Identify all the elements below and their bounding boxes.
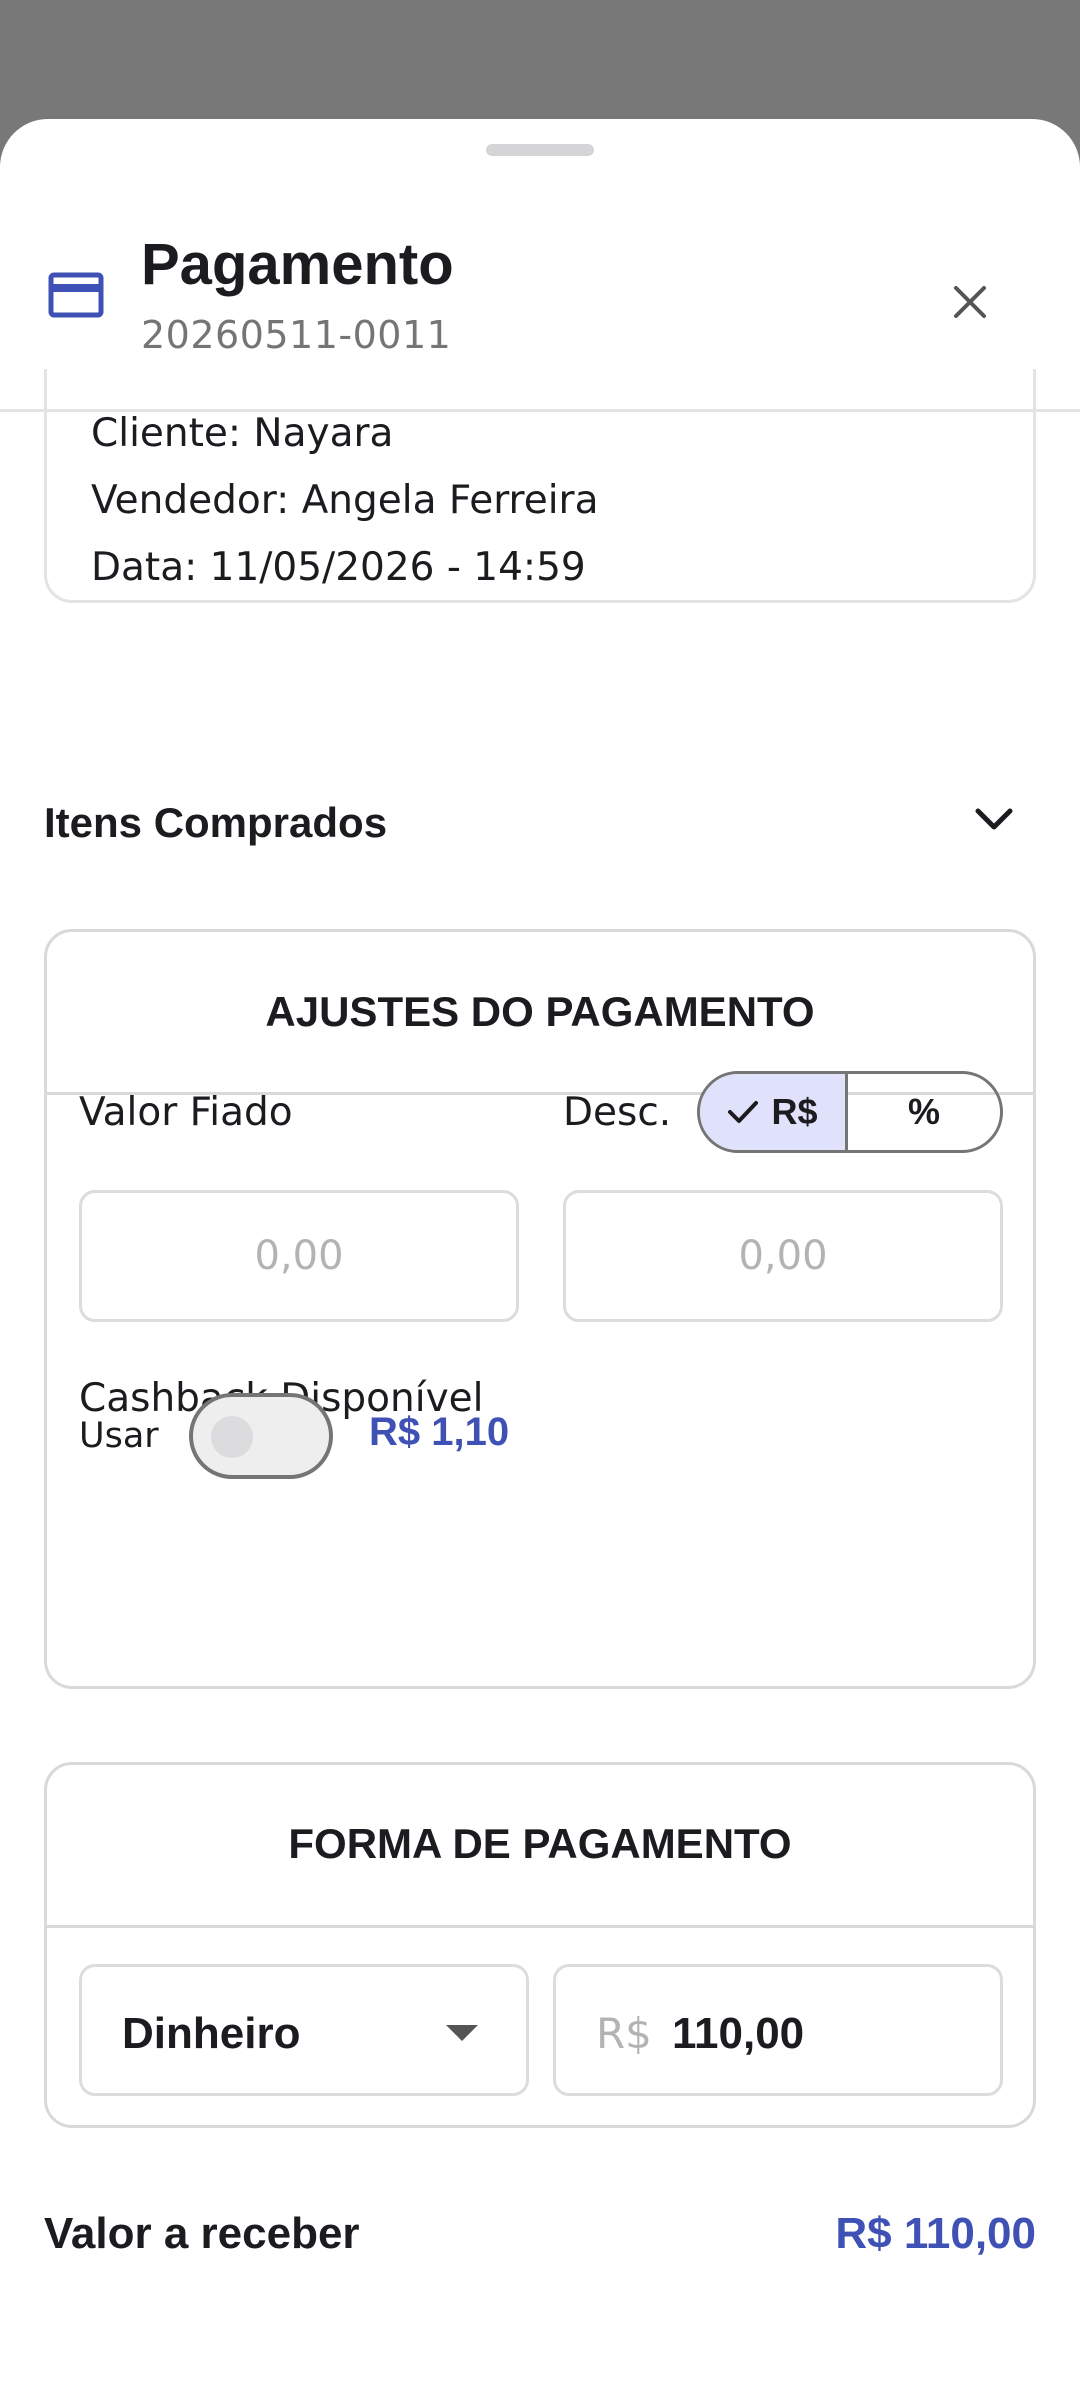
credit-label: Valor Fiado <box>79 1090 293 1135</box>
items-section-label: Itens Comprados <box>44 799 388 846</box>
switch-knob <box>211 1416 253 1458</box>
payment-adjustments-card: AJUSTES DO PAGAMENTO Valor Fiado Desc. R… <box>44 929 1036 1689</box>
currency-prefix: R$ <box>596 2009 652 2058</box>
dropdown-arrow-icon <box>446 2025 478 2041</box>
credit-amount-input[interactable]: 0,00 <box>79 1190 519 1322</box>
chevron-down-icon <box>975 808 1013 830</box>
order-date: Data: 11/05/2026 - 14:59 <box>91 545 586 590</box>
payment-method-value: Dinheiro <box>122 2009 301 2058</box>
seller-name: Vendedor: Angela Ferreira <box>91 478 599 523</box>
header-divider <box>0 409 1080 412</box>
cashback-value: R$ 1,10 <box>369 1410 510 1454</box>
use-cashback-switch[interactable] <box>189 1393 333 1479</box>
discount-amount-input[interactable]: 0,00 <box>563 1190 1003 1322</box>
amount-due-label: Valor a receber <box>44 2209 360 2258</box>
credit-card-icon <box>48 272 104 318</box>
adjustments-title: AJUSTES DO PAGAMENTO <box>265 988 815 1035</box>
payment-bottom-sheet: Pagamento 20260511-0011 Cliente: Nayara … <box>0 119 1080 2400</box>
order-number: 20260511-0011 <box>141 313 452 357</box>
close-icon <box>954 286 986 318</box>
client-name: Cliente: Nayara <box>91 411 394 456</box>
use-cashback-label: Usar <box>79 1416 159 1456</box>
amount-due-value: R$ 110,00 <box>835 2209 1036 2258</box>
discount-mode-percent-label: % <box>907 1091 940 1132</box>
close-button[interactable] <box>938 270 1002 334</box>
order-info-card: Cliente: Nayara Vendedor: Angela Ferreir… <box>44 369 1036 603</box>
drag-handle[interactable] <box>486 144 594 156</box>
credit-amount-placeholder: 0,00 <box>254 1233 344 1279</box>
payment-method-title: FORMA DE PAGAMENTO <box>288 1820 792 1867</box>
payment-method-card: FORMA DE PAGAMENTO Dinheiro R$ 110,00 <box>44 1762 1036 2128</box>
payment-method-divider <box>47 1925 1033 1928</box>
payment-amount-value: 110,00 <box>672 2009 805 2058</box>
discount-mode-percent[interactable]: % <box>848 1074 1000 1150</box>
discount-mode-toggle: R$ % <box>697 1071 1003 1153</box>
discount-amount-placeholder: 0,00 <box>738 1233 828 1279</box>
payment-amount-input[interactable]: R$ 110,00 <box>553 1964 1003 2096</box>
payment-method-select[interactable]: Dinheiro <box>79 1964 529 2096</box>
discount-mode-currency[interactable]: R$ <box>700 1074 848 1150</box>
items-section-toggle[interactable]: Itens Comprados <box>44 779 1036 859</box>
check-icon <box>728 1101 759 1123</box>
page-title: Pagamento <box>141 232 454 297</box>
discount-label: Desc. <box>563 1090 672 1135</box>
discount-mode-currency-label: R$ <box>771 1091 818 1132</box>
